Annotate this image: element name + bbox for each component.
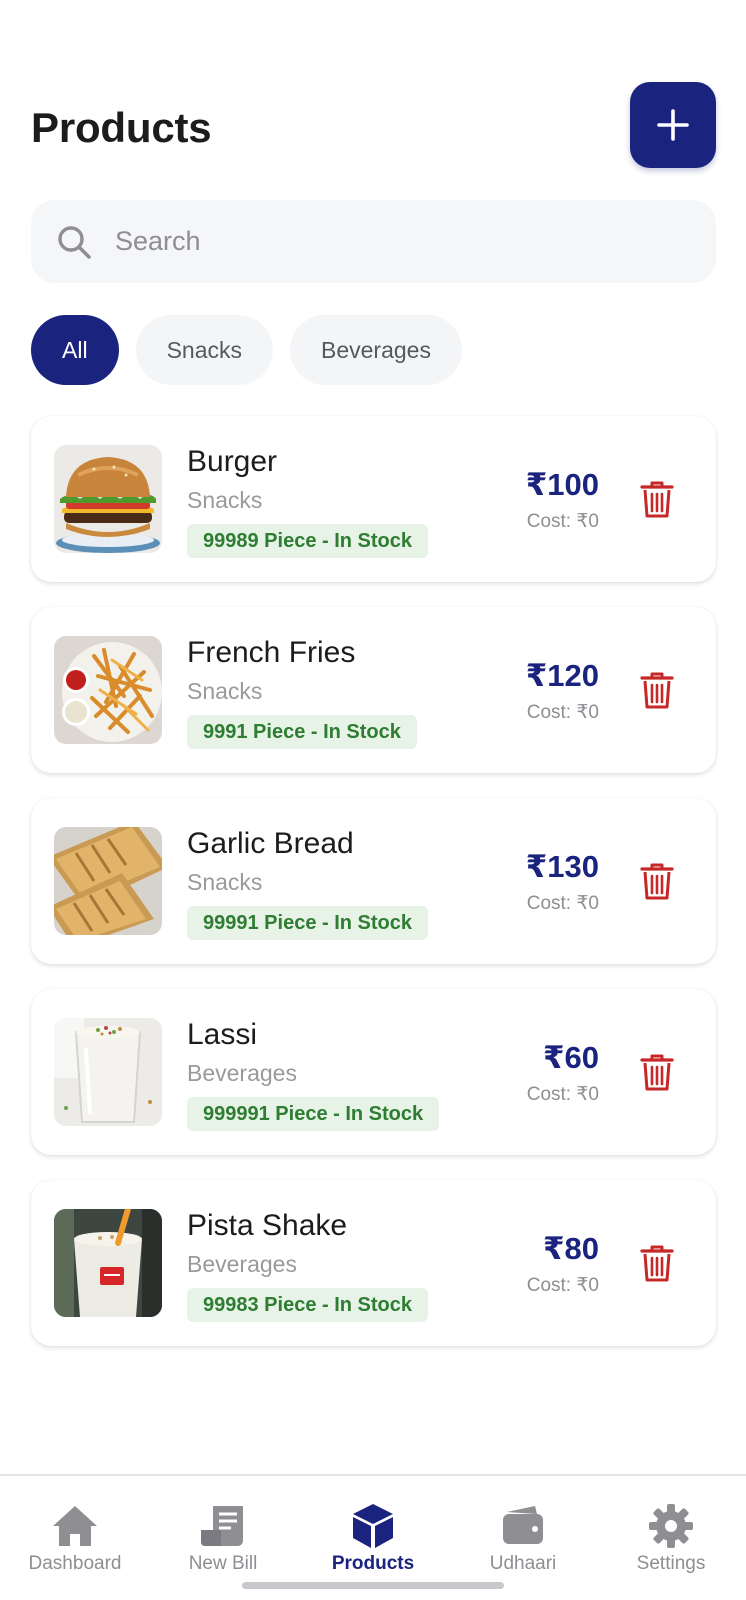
category-filter: All Snacks Beverages — [31, 315, 462, 385]
product-card[interactable]: Lassi Beverages 999991 Piece - In Stock … — [31, 989, 716, 1155]
product-name: Pista Shake — [187, 1209, 348, 1242]
product-price: ₹100 Cost: ₹0 — [526, 468, 599, 533]
product-card[interactable]: Garlic Bread Snacks 99991 Piece - In Sto… — [31, 798, 716, 964]
nav-item-dashboard[interactable]: Dashboard — [2, 1502, 148, 1575]
delete-icon[interactable] — [639, 861, 675, 901]
filter-chip-all[interactable]: All — [31, 315, 119, 385]
price-amount: ₹60 — [542, 1040, 599, 1075]
product-name: Burger — [187, 445, 278, 478]
home-icon — [53, 1506, 97, 1546]
product-image-garlic-bread — [54, 827, 162, 935]
receipt-icon — [201, 1506, 243, 1546]
stock-badge: 99989 Piece - In Stock — [187, 524, 429, 558]
nav-label: Products — [331, 1553, 415, 1574]
stock-badge: 999991 Piece - In Stock — [187, 1097, 440, 1131]
cost-label: Cost: ₹0 — [526, 893, 599, 914]
product-info: Garlic Bread Snacks 99991 Piece - In Sto… — [187, 826, 429, 940]
page-title: Products — [31, 104, 212, 151]
product-name: Lassi — [187, 1018, 258, 1051]
cost-label: Cost: ₹0 — [526, 1084, 599, 1105]
search-input[interactable] — [115, 226, 675, 257]
price-amount: ₹120 — [525, 658, 599, 693]
home-indicator — [242, 1582, 504, 1589]
cube-icon — [353, 1504, 393, 1548]
delete-icon[interactable] — [639, 1052, 675, 1092]
product-info: French Fries Snacks 9991 Piece - In Stoc… — [187, 635, 417, 749]
delete-icon[interactable] — [639, 670, 675, 710]
stock-badge: 99983 Piece - In Stock — [187, 1288, 429, 1322]
price-amount: ₹80 — [542, 1231, 599, 1266]
product-category: Snacks — [187, 487, 263, 513]
nav-label: Dashboard — [28, 1553, 122, 1574]
price-amount: ₹100 — [525, 467, 599, 502]
nav-item-products[interactable]: Products — [300, 1502, 446, 1575]
nav-label: New Bill — [188, 1553, 258, 1574]
gear-icon — [649, 1504, 693, 1548]
search-icon — [58, 225, 91, 259]
stock-badge: 9991 Piece - In Stock — [187, 715, 417, 749]
product-price: ₹60 Cost: ₹0 — [527, 1041, 599, 1106]
delete-icon[interactable] — [639, 1243, 675, 1283]
search-bar[interactable] — [31, 200, 716, 283]
cost-label: Cost: ₹0 — [526, 1275, 599, 1296]
product-card[interactable]: French Fries Snacks 9991 Piece - In Stoc… — [31, 607, 716, 773]
product-image-burger — [54, 445, 162, 553]
product-card[interactable]: Pista Shake Beverages 99983 Piece - In S… — [31, 1180, 716, 1346]
product-info: Pista Shake Beverages 99983 Piece - In S… — [187, 1208, 429, 1322]
product-info: Burger Snacks 99989 Piece - In Stock — [187, 444, 429, 558]
add-product-button[interactable] — [630, 82, 716, 168]
nav-label: Settings — [636, 1553, 706, 1574]
product-price: ₹80 Cost: ₹0 — [527, 1232, 599, 1297]
product-price: ₹120 Cost: ₹0 — [526, 659, 599, 724]
product-image-pista-shake — [54, 1209, 162, 1317]
product-name: Garlic Bread — [187, 827, 354, 860]
nav-item-udhaari[interactable]: Udhaari — [450, 1502, 596, 1575]
product-category: Beverages — [187, 1251, 297, 1277]
product-name: French Fries — [187, 636, 356, 669]
wallet-icon — [503, 1506, 543, 1544]
cost-label: Cost: ₹0 — [526, 511, 599, 532]
cost-label: Cost: ₹0 — [526, 702, 599, 723]
product-card[interactable]: Burger Snacks 99989 Piece - In Stock ₹10… — [31, 416, 716, 582]
product-category: Snacks — [187, 869, 263, 895]
stock-badge: 99991 Piece - In Stock — [187, 906, 429, 940]
nav-label: Udhaari — [489, 1553, 557, 1574]
price-amount: ₹130 — [525, 849, 599, 884]
nav-item-new-bill[interactable]: New Bill — [150, 1502, 296, 1575]
product-image-french-fries — [54, 636, 162, 744]
product-image-lassi — [54, 1018, 162, 1126]
product-list: Burger Snacks 99989 Piece - In Stock ₹10… — [31, 416, 716, 1371]
header: Products — [31, 82, 716, 168]
product-category: Snacks — [187, 678, 263, 704]
product-info: Lassi Beverages 999991 Piece - In Stock — [187, 1017, 440, 1131]
product-category: Beverages — [187, 1060, 297, 1086]
product-price: ₹130 Cost: ₹0 — [526, 850, 599, 915]
filter-chip-beverages[interactable]: Beverages — [290, 315, 462, 385]
filter-chip-snacks[interactable]: Snacks — [135, 315, 273, 385]
plus-icon — [657, 109, 689, 141]
delete-icon[interactable] — [639, 479, 675, 519]
nav-item-settings[interactable]: Settings — [598, 1502, 744, 1575]
